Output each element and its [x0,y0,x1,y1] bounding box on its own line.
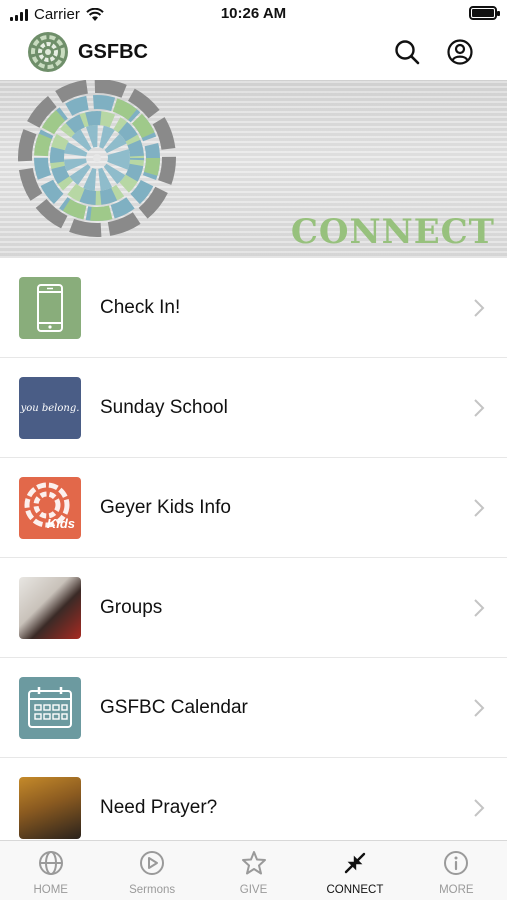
chevron-right-icon [474,299,485,317]
menu-item-label: Sunday School [100,397,228,418]
tab-label: CONNECT [326,884,384,896]
tab-label: MORE [439,884,474,896]
thumbnail-text: Kids [46,516,75,531]
account-icon [447,39,473,65]
menu-item-groups[interactable]: Groups [0,558,507,658]
battery-icon [469,6,500,20]
prayer-photo [19,777,81,839]
tab-bar: HOME Sermons GIVE CONNECT MORE [0,840,507,900]
calendar-thumbnail [19,677,81,739]
tab-connect[interactable]: CONNECT [304,841,405,900]
search-icon [395,40,420,65]
menu-item-need-prayer[interactable]: Need Prayer? [0,758,507,840]
account-button[interactable] [446,38,474,66]
app-title: GSFBC [78,41,148,63]
status-bar: Carrier 10:26 AM [0,0,507,28]
calendar-icon [28,687,72,728]
tab-label: HOME [33,884,68,896]
chevron-right-icon [474,599,485,617]
menu-item-label: Groups [100,597,163,618]
menu-item-label: Need Prayer? [100,797,218,818]
menu-item-geyer-kids[interactable]: Kids Geyer Kids Info [0,458,507,558]
connect-banner: CONNECT [0,80,507,258]
tab-more[interactable]: MORE [406,841,507,900]
menu-item-check-in[interactable]: Check In! [0,258,507,358]
tab-label: Sermons [129,884,176,896]
chevron-right-icon [474,799,485,817]
app-logo [28,32,68,72]
status-time: 10:26 AM [220,5,287,22]
app-header: GSFBC [0,28,507,80]
chevron-right-icon [474,499,485,517]
search-button[interactable] [393,38,421,66]
connect-menu-list: Check In! you belong. Sunday School Kids… [0,258,507,840]
tab-home[interactable]: HOME [0,841,101,900]
globe-icon [38,851,63,875]
menu-item-label: Check In! [100,297,181,318]
menu-item-sunday-school[interactable]: you belong. Sunday School [0,358,507,458]
thumbnail-text: you belong. [20,402,80,414]
sunday-school-thumbnail: you belong. [19,377,81,439]
check-in-thumbnail [19,277,81,339]
connect-arrows-icon [344,852,366,874]
church-logo-graphic [18,80,176,237]
banner-title: CONNECT [290,212,495,252]
menu-item-label: GSFBC Calendar [100,697,248,718]
menu-item-calendar[interactable]: GSFBC Calendar [0,658,507,758]
star-icon [241,851,266,875]
tab-give[interactable]: GIVE [203,841,304,900]
play-circle-icon [140,851,165,875]
geyer-kids-thumbnail: Kids [19,477,81,539]
menu-item-label: Geyer Kids Info [100,497,231,518]
chevron-right-icon [474,399,485,417]
tab-label: GIVE [239,884,268,896]
chevron-right-icon [474,699,485,717]
tab-sermons[interactable]: Sermons [101,841,202,900]
groups-photo [19,577,81,639]
phone-icon [37,284,63,332]
info-icon [444,851,469,875]
